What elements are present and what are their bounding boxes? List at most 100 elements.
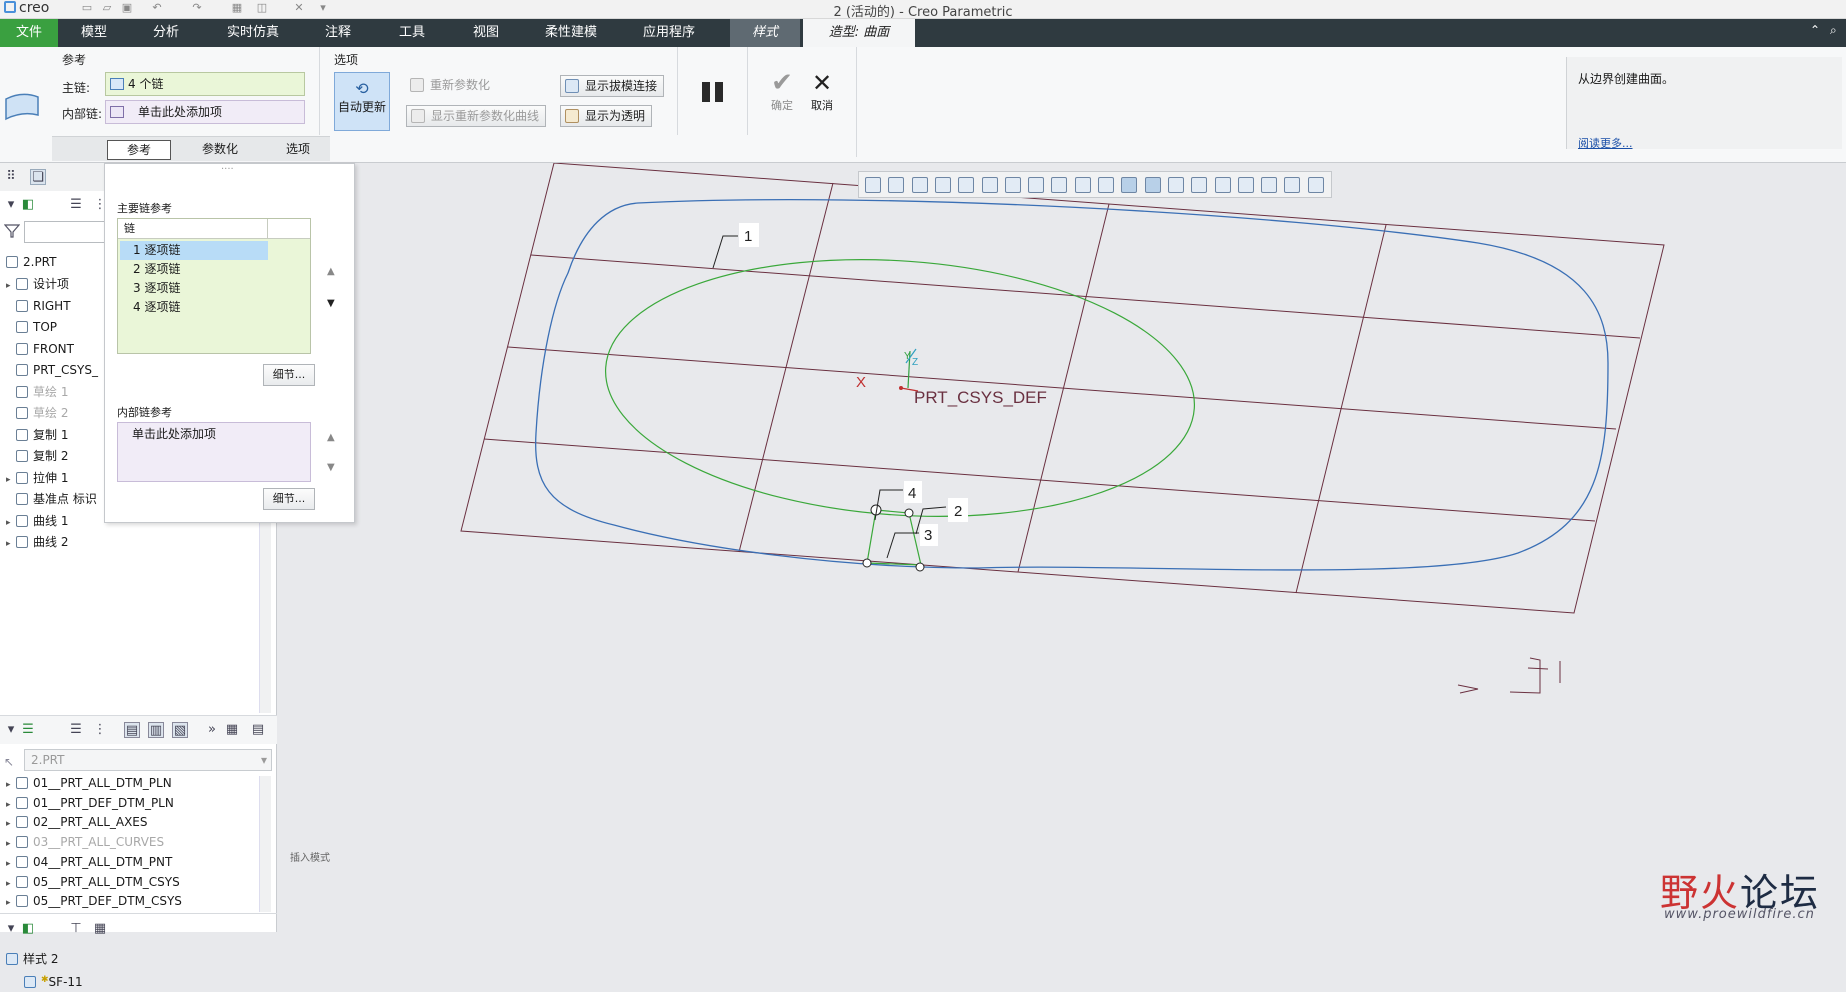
spin-center-icon[interactable] xyxy=(1167,177,1184,193)
subtab-options[interactable]: 选项 xyxy=(270,140,326,160)
style-tree-child[interactable]: ✱SF-11 xyxy=(24,970,83,990)
layer-settings-icon[interactable]: ⋮ xyxy=(92,722,108,738)
model-tree-icon[interactable]: ◧ xyxy=(20,197,36,213)
style-tree-root[interactable]: 样式 2 xyxy=(6,949,58,969)
tab-applications[interactable]: 应用程序 xyxy=(626,19,712,47)
layer-model-combo[interactable]: 2.PRT ▾ xyxy=(24,749,272,771)
ok-button[interactable]: ✔ 确定 xyxy=(762,69,802,113)
inner-chain-collector[interactable]: 单击此处添加项 xyxy=(105,100,305,124)
tree-root[interactable]: 2.PRT xyxy=(6,252,56,272)
style-tree-settings-icon[interactable]: ▦ xyxy=(92,921,108,937)
tab-analysis[interactable]: 分析 xyxy=(134,19,198,47)
mirror-icon[interactable] xyxy=(1284,177,1301,193)
chain-row[interactable]: 2 逐项链 xyxy=(120,260,268,279)
tree-item[interactable]: PRT_CSYS_ xyxy=(6,360,98,380)
layer-filter-icon[interactable]: ▥ xyxy=(148,722,164,738)
layer-item[interactable]: ▸ 01__PRT_ALL_DTM_PLN xyxy=(6,773,172,793)
subtab-parameterization[interactable]: 参数化 xyxy=(185,140,255,160)
curvature-icon[interactable] xyxy=(1214,177,1231,193)
zoom-in-icon[interactable] xyxy=(888,177,905,193)
expand-icon[interactable]: ▾ xyxy=(3,197,19,213)
more-icon[interactable]: » xyxy=(204,722,220,738)
tab-flexible-modeling[interactable]: 柔性建模 xyxy=(530,19,612,47)
show-reparam-curves-button[interactable]: 显示重新参数化曲线 xyxy=(406,105,547,127)
tree-item[interactable]: 草绘 1 xyxy=(6,382,68,402)
point-display-icon[interactable] xyxy=(1121,177,1138,193)
tab-tools[interactable]: 工具 xyxy=(380,19,444,47)
tree-item[interactable]: ▸ 曲线 1 xyxy=(6,511,68,531)
axis-display-icon[interactable] xyxy=(1098,177,1114,193)
chain-row[interactable]: 1 逐项链 xyxy=(120,241,268,260)
layers-icon[interactable]: ☰ xyxy=(20,722,36,738)
reparameterize-button[interactable]: 重新参数化 xyxy=(406,75,490,95)
tab-model[interactable]: 模型 xyxy=(62,19,126,47)
tree-search-input[interactable] xyxy=(24,221,106,243)
cancel-button[interactable]: ✕ 取消 xyxy=(802,69,842,113)
tab-file[interactable]: 文件 xyxy=(0,19,58,47)
folder-browser-tab-icon[interactable]: ❏ xyxy=(30,169,46,185)
tree-item[interactable]: RIGHT xyxy=(6,296,71,316)
expand-arrow-icon[interactable]: ▸ xyxy=(6,893,16,913)
tree-item[interactable]: ▸ 曲线 2 xyxy=(6,532,68,552)
expand-arrow-icon[interactable]: ▸ xyxy=(6,470,16,490)
tree-item[interactable]: 复制 2 xyxy=(6,446,68,466)
expand-arrow-icon[interactable]: ▸ xyxy=(6,276,16,296)
tab-style[interactable]: 样式 xyxy=(730,19,800,47)
layer-info-icon[interactable]: ▤ xyxy=(250,722,266,738)
show-draft-connection-button[interactable]: 显示拔模连接 xyxy=(560,75,665,97)
tree-item[interactable]: FRONT xyxy=(6,339,74,359)
layer-view-icon[interactable]: ▤ xyxy=(124,722,140,738)
layer-properties-icon[interactable]: ▦ xyxy=(224,722,240,738)
minimize-ribbon-icon[interactable]: ⌃ xyxy=(1810,23,1820,37)
view-manager-icon[interactable] xyxy=(1004,177,1021,193)
expand-arrow-icon[interactable]: ▸ xyxy=(6,513,16,533)
tab-live-simulation[interactable]: 实时仿真 xyxy=(212,19,294,47)
csys-display-icon[interactable] xyxy=(1144,177,1161,193)
layer-item[interactable]: ▸ 05__PRT_DEF_DTM_CSYS xyxy=(6,891,182,911)
section-icon[interactable] xyxy=(1237,177,1254,193)
main-chain-collector[interactable]: 4 个链 xyxy=(105,72,305,96)
subtab-references[interactable]: 参考 xyxy=(107,140,171,160)
style-tree-icon[interactable]: ◧ xyxy=(20,921,36,937)
chain-row[interactable]: 3 逐项链 xyxy=(120,279,268,298)
tab-annotate[interactable]: 注释 xyxy=(306,19,370,47)
expand-icon[interactable]: ▾ xyxy=(3,921,19,937)
grid-icon[interactable] xyxy=(1261,177,1278,193)
layer-item[interactable]: ▸ 04__PRT_ALL_DTM_PNT xyxy=(6,852,172,872)
layer-columns-icon[interactable]: ☰ xyxy=(68,722,84,738)
layer-select-icon[interactable]: ▧ xyxy=(172,722,188,738)
tree-item[interactable]: 基准点 标识 xyxy=(6,489,97,509)
layer-item[interactable]: ▸ 03__PRT_ALL_CURVES xyxy=(6,832,164,852)
tree-columns-icon[interactable]: ☰ xyxy=(68,197,84,213)
panel-grip[interactable]: ···· xyxy=(221,164,234,175)
tree-item[interactable]: ▸ 设计项 xyxy=(6,274,69,294)
layer-item[interactable]: ▸ 05__PRT_ALL_DTM_CSYS xyxy=(6,872,180,892)
tab-style-surface[interactable]: 造型: 曲面 xyxy=(803,19,915,47)
display-style-icon[interactable] xyxy=(958,177,975,193)
tree-item[interactable]: 草绘 2 xyxy=(6,403,68,423)
layer-item[interactable]: ▸ 02__PRT_ALL_AXES xyxy=(6,812,148,832)
settings-icon[interactable] xyxy=(1307,177,1324,193)
filter-icon[interactable] xyxy=(3,223,21,239)
auto-update-button[interactable]: ⟲ 自动更新 xyxy=(334,72,390,131)
show-transparent-button[interactable]: 显示为透明 xyxy=(560,105,653,127)
graphics-window[interactable]: 1 2 3 4 X Y Z PRT_CSYS_DEF xyxy=(278,162,1846,932)
tree-item[interactable]: TOP xyxy=(6,317,57,337)
tree-item[interactable]: ▸ 拉伸 1 xyxy=(6,468,68,488)
outer-boundary-curve[interactable] xyxy=(534,199,1609,571)
refit-icon[interactable] xyxy=(865,177,881,193)
model-viewport[interactable]: 1 2 3 4 X Y Z PRT_CSYS_DEF xyxy=(278,162,1846,932)
repaint-icon[interactable] xyxy=(934,177,951,193)
layer-item[interactable]: ▸ 01__PRT_DEF_DTM_PLN xyxy=(6,793,174,813)
help-search-icon[interactable]: ⌕ xyxy=(1830,23,1837,38)
tree-item[interactable]: 复制 1 xyxy=(6,425,68,445)
read-more-link[interactable]: 阅读更多... xyxy=(1578,135,1633,151)
layer-tree-scrollbar[interactable] xyxy=(259,776,271,912)
style-tree-filter-icon[interactable]: ⊤ xyxy=(68,921,84,937)
model-tree-tab-icon[interactable]: ⠿ xyxy=(3,169,19,185)
zoom-out-icon[interactable] xyxy=(911,177,928,193)
saved-views-icon[interactable] xyxy=(981,177,998,193)
plane-display-icon[interactable] xyxy=(1074,177,1091,193)
pause-button[interactable] xyxy=(700,79,726,105)
shade-icon[interactable] xyxy=(1051,177,1068,193)
